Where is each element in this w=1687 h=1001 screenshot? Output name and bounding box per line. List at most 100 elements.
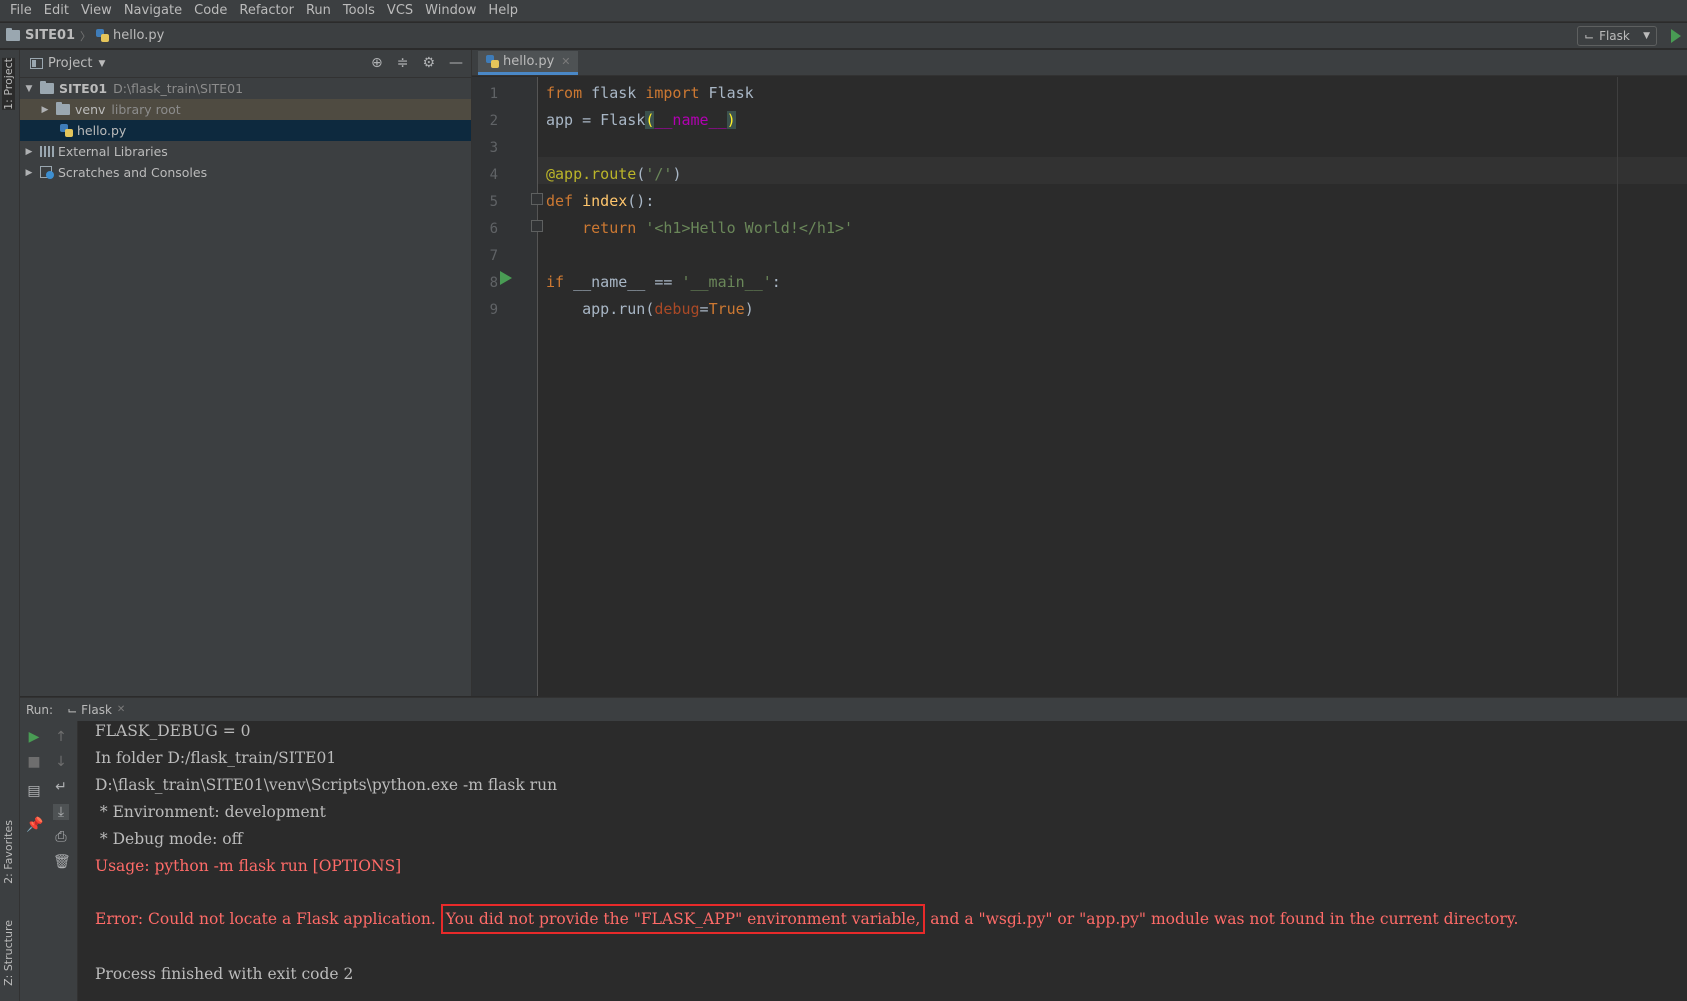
line-number: 1 xyxy=(489,86,498,102)
python-file-icon xyxy=(60,124,73,137)
tree-item-venv-note: library root xyxy=(111,102,181,117)
chevron-right-icon[interactable]: ▶ xyxy=(24,147,34,157)
line-number: 4 xyxy=(489,167,498,183)
console-error-line: Error: Could not locate a Flask applicat… xyxy=(95,904,1518,934)
print-icon[interactable]: ⎙ xyxy=(53,829,69,845)
close-icon[interactable]: ✕ xyxy=(117,704,125,715)
line-number: 5 xyxy=(489,194,498,210)
menu-refactor[interactable]: Refactor xyxy=(233,3,300,18)
tree-item-scratches-label: Scratches and Consoles xyxy=(58,165,208,180)
run-button[interactable] xyxy=(1671,29,1681,43)
code-line-8[interactable]: if __name__ == '__main__': xyxy=(546,273,781,291)
chevron-right-icon[interactable]: ▶ xyxy=(40,105,50,115)
console-line: In folder D:/flask_train/SITE01 xyxy=(95,749,337,767)
menu-window[interactable]: Window xyxy=(419,3,482,18)
tree-item-root-path: D:\flask_train\SITE01 xyxy=(113,81,244,96)
pin-icon[interactable]: 📌 xyxy=(26,817,43,833)
stop-icon[interactable]: ■ xyxy=(26,754,42,770)
code-token: def xyxy=(546,192,574,210)
chevron-right-icon[interactable]: ▶ xyxy=(24,168,34,178)
code-line-1[interactable]: from flask import Flask xyxy=(546,84,754,102)
hide-icon[interactable]: — xyxy=(449,55,463,71)
project-view-selector[interactable]: Project xyxy=(48,56,92,71)
code-token: ( xyxy=(636,165,646,183)
code-line-9[interactable]: app.run(debug=True) xyxy=(546,300,754,318)
soft-wrap-icon[interactable]: ↵ xyxy=(53,779,69,795)
locate-icon[interactable]: ⊕ xyxy=(371,55,383,71)
current-line-highlight xyxy=(538,157,1687,184)
run-configuration-select[interactable]: ⌙ Flask ▼ xyxy=(1577,26,1657,46)
tool-tab-structure[interactable]: Z: Structure xyxy=(2,920,15,986)
menu-navigate[interactable]: Navigate xyxy=(118,3,188,18)
menu-run[interactable]: Run xyxy=(300,3,337,18)
code-token: flask xyxy=(582,84,646,102)
scratches-icon xyxy=(40,166,54,179)
menu-file[interactable]: File xyxy=(4,3,38,18)
menu-edit[interactable]: Edit xyxy=(38,3,75,18)
menu-view[interactable]: View xyxy=(75,3,118,18)
code-token: '__main__' xyxy=(681,273,772,291)
chevron-down-icon[interactable]: ▼ xyxy=(98,59,105,69)
line-number: 8 xyxy=(489,275,498,291)
run-tab-label: Flask xyxy=(81,702,112,717)
menu-code[interactable]: Code xyxy=(188,3,233,18)
code-line-2[interactable]: app = Flask(__name__) xyxy=(546,111,736,129)
code-line-5[interactable]: def index(): xyxy=(546,192,654,210)
tree-item-hello-py[interactable]: hello.py xyxy=(20,120,471,141)
run-tab-flask[interactable]: ⌙ Flask ✕ xyxy=(67,703,125,717)
code-token: @app.route xyxy=(546,165,637,183)
tree-item-scratches[interactable]: ▶ Scratches and Consoles xyxy=(20,162,471,183)
code-token: '<h1>Hello World!</h1>' xyxy=(645,219,854,237)
console-line: * Environment: development xyxy=(95,803,326,821)
run-toolbar: ▶ ■ ▤ 📌 ↑ ↓ ↵ ⤓ ⎙ 🗑 xyxy=(20,721,78,1001)
code-line-6[interactable]: return '<h1>Hello World!</h1>' xyxy=(546,219,853,237)
rerun-icon[interactable]: ▶ xyxy=(26,729,42,745)
code-token: __name__ xyxy=(654,111,727,129)
collapse-all-icon[interactable]: ≑ xyxy=(397,55,409,71)
editor-tab-hello-py[interactable]: hello.py ✕ xyxy=(478,51,579,75)
code-line-4[interactable]: @app.route('/') xyxy=(546,165,681,183)
tool-tab-favorites[interactable]: 2: Favorites xyxy=(2,820,15,884)
menu-help[interactable]: Help xyxy=(482,3,524,18)
python-file-icon xyxy=(486,55,499,68)
project-panel: Project ▼ ⊕ ≑ ⚙ — ▼ SITE01 D:\flask_trai… xyxy=(20,50,472,696)
folder-icon xyxy=(6,28,20,41)
chevron-down-icon[interactable]: ▼ xyxy=(24,84,34,94)
run-gutter-icon[interactable] xyxy=(500,271,512,285)
layout-icon[interactable]: ▤ xyxy=(26,783,42,799)
line-number: 6 xyxy=(489,221,498,237)
project-panel-tools: ⊕ ≑ ⚙ — xyxy=(371,55,463,71)
code-token: '/' xyxy=(645,165,673,183)
breadcrumb-file[interactable]: hello.py xyxy=(96,28,164,43)
code-token: import xyxy=(645,84,700,102)
code-token: (): xyxy=(627,192,655,210)
menu-tools[interactable]: Tools xyxy=(337,3,381,18)
tool-tab-project[interactable]: 1: Project xyxy=(2,58,15,110)
fold-marker[interactable] xyxy=(531,193,543,205)
breadcrumb-project[interactable]: SITE01 xyxy=(6,28,75,43)
close-icon[interactable]: ✕ xyxy=(561,55,570,68)
flask-icon: ⌙ xyxy=(1584,29,1595,43)
trash-icon[interactable]: 🗑 xyxy=(53,854,71,870)
fold-marker[interactable] xyxy=(531,220,543,232)
console-line: Process finished with exit code 2 xyxy=(95,965,354,983)
gear-icon[interactable]: ⚙ xyxy=(422,55,435,71)
code-token: return xyxy=(582,219,637,237)
run-console[interactable]: FLASK_DEBUG = 0 In folder D:/flask_train… xyxy=(79,721,1687,1001)
tree-item-root-label: SITE01 xyxy=(59,81,108,96)
tree-item-external-libraries[interactable]: ▶ External Libraries xyxy=(20,141,471,162)
breadcrumb-separator: 〉 xyxy=(80,29,92,43)
line-number: 3 xyxy=(489,140,498,156)
scroll-to-end-icon[interactable]: ⤓ xyxy=(53,804,69,820)
console-error-line: Usage: python -m flask run [OPTIONS] xyxy=(95,857,402,875)
tree-item-root[interactable]: ▼ SITE01 D:\flask_train\SITE01 xyxy=(20,78,471,99)
menu-vcs[interactable]: VCS xyxy=(381,3,419,18)
tree-item-venv[interactable]: ▶ venv library root xyxy=(20,99,471,120)
breadcrumb-project-label: SITE01 xyxy=(25,28,76,43)
code-token: ) xyxy=(744,300,754,318)
arrow-up-icon[interactable]: ↑ xyxy=(53,729,69,745)
library-icon xyxy=(40,146,54,157)
arrow-down-icon[interactable]: ↓ xyxy=(53,754,69,770)
navigation-bar: SITE01 〉 hello.py ⌙ Flask ▼ xyxy=(0,23,1687,49)
